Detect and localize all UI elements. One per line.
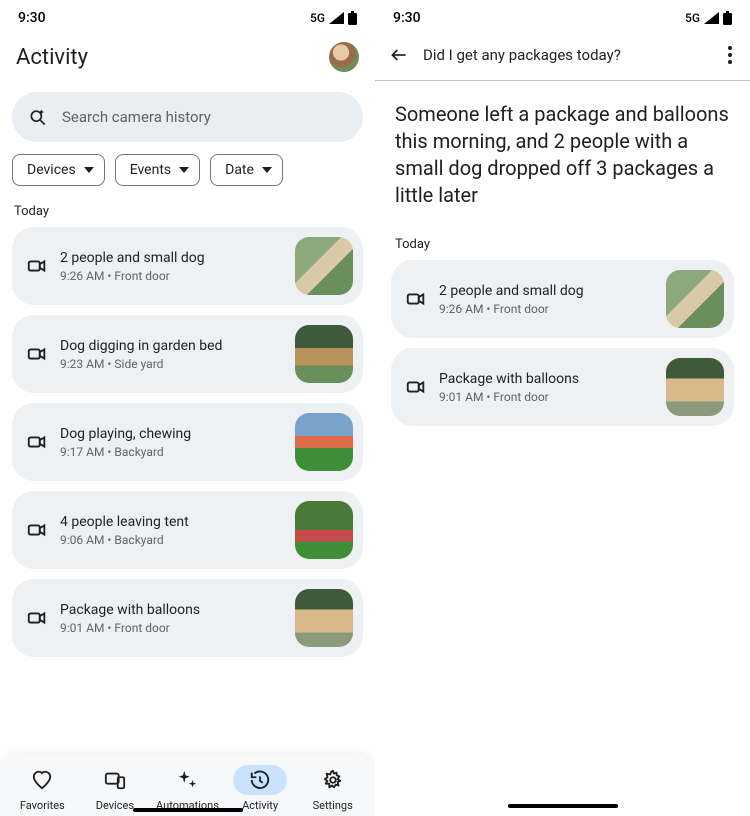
event-thumbnail — [295, 501, 353, 559]
status-icons: 5G — [310, 11, 357, 25]
event-text: 4 people leaving tent 9:06 AM • Backyard — [60, 513, 283, 547]
avatar[interactable] — [329, 42, 359, 72]
query-header: Did I get any packages today? — [375, 32, 750, 81]
network-label: 5G — [310, 11, 325, 25]
phone-right: 9:30 5G Did I get any packages today? So… — [375, 0, 750, 816]
query-text: Did I get any packages today? — [423, 46, 710, 64]
event-subtitle: 9:01 AM • Front door — [439, 390, 654, 404]
camera-icon — [405, 288, 427, 310]
filter-chips: Devices Events Date — [0, 154, 375, 200]
nav-activity[interactable]: Activity — [226, 765, 294, 812]
event-row[interactable]: Dog playing, chewing 9:17 AM • Backyard — [12, 403, 363, 481]
signal-icon — [704, 12, 719, 24]
event-title: Package with balloons — [60, 601, 283, 619]
event-text: 2 people and small dog 9:26 AM • Front do… — [439, 282, 654, 316]
event-thumbnail — [295, 413, 353, 471]
home-indicator[interactable] — [133, 808, 243, 812]
network-label: 5G — [685, 11, 700, 25]
event-subtitle: 9:26 AM • Front door — [60, 269, 283, 283]
signal-icon — [329, 12, 344, 24]
nav-automations[interactable]: Automations — [153, 765, 221, 812]
chip-devices[interactable]: Devices — [12, 154, 105, 186]
page-title: Activity — [16, 45, 88, 70]
status-time: 9:30 — [393, 10, 421, 26]
event-list: 2 people and small dog 9:26 AM • Front do… — [375, 260, 750, 426]
event-thumbnail — [295, 325, 353, 383]
battery-icon — [348, 11, 357, 25]
section-label-today: Today — [0, 200, 375, 227]
camera-icon — [405, 376, 427, 398]
phone-left: 9:30 5G Activity Search camera history D… — [0, 0, 375, 816]
battery-icon — [723, 11, 732, 25]
event-text: Package with balloons 9:01 AM • Front doo… — [439, 370, 654, 404]
chip-date[interactable]: Date — [210, 154, 283, 186]
event-row[interactable]: Dog digging in garden bed 9:23 AM • Side … — [12, 315, 363, 393]
event-title: 2 people and small dog — [439, 282, 654, 300]
status-bar: 9:30 5G — [375, 0, 750, 32]
event-row[interactable]: Package with balloons 9:01 AM • Front doo… — [391, 348, 734, 426]
event-thumbnail — [666, 270, 724, 328]
camera-icon — [26, 519, 48, 541]
nav-favorites[interactable]: Favorites — [8, 765, 76, 812]
event-text: Dog playing, chewing 9:17 AM • Backyard — [60, 425, 283, 459]
event-subtitle: 9:06 AM • Backyard — [60, 533, 283, 547]
camera-icon — [26, 431, 48, 453]
event-text: 2 people and small dog 9:26 AM • Front do… — [60, 249, 283, 283]
camera-icon — [26, 343, 48, 365]
chevron-down-icon — [84, 167, 94, 173]
page-header: Activity — [0, 32, 375, 84]
chevron-down-icon — [262, 167, 272, 173]
answer-text: Someone left a package and balloons this… — [375, 81, 750, 219]
back-arrow-icon[interactable] — [389, 45, 409, 65]
search-placeholder: Search camera history — [62, 108, 211, 126]
event-row[interactable]: 2 people and small dog 9:26 AM • Front do… — [391, 260, 734, 338]
event-thumbnail — [666, 358, 724, 416]
bottom-nav: Favorites Devices Automations Activity S… — [0, 755, 375, 816]
chip-label: Events — [130, 162, 171, 178]
event-row[interactable]: 2 people and small dog 9:26 AM • Front do… — [12, 227, 363, 305]
more-options-button[interactable] — [724, 42, 736, 68]
sparkles-icon — [176, 769, 198, 791]
event-list: 2 people and small dog 9:26 AM • Front do… — [0, 227, 375, 657]
nav-label: Activity — [242, 799, 278, 812]
status-time: 9:30 — [18, 10, 46, 26]
heart-icon — [31, 769, 53, 791]
camera-icon — [26, 255, 48, 277]
nav-settings[interactable]: Settings — [299, 765, 367, 812]
status-bar: 9:30 5G — [0, 0, 375, 32]
search-input[interactable]: Search camera history — [12, 92, 363, 142]
nav-devices[interactable]: Devices — [81, 765, 149, 812]
event-thumbnail — [295, 237, 353, 295]
event-title: 2 people and small dog — [60, 249, 283, 267]
devices-icon — [104, 769, 126, 791]
event-title: Package with balloons — [439, 370, 654, 388]
event-row[interactable]: 4 people leaving tent 9:06 AM • Backyard — [12, 491, 363, 569]
nav-label: Favorites — [20, 799, 65, 812]
chip-label: Devices — [27, 162, 76, 178]
event-text: Dog digging in garden bed 9:23 AM • Side … — [60, 337, 283, 371]
event-subtitle: 9:01 AM • Front door — [60, 621, 283, 635]
sparkle-search-icon — [28, 107, 48, 127]
camera-icon — [26, 607, 48, 629]
event-title: 4 people leaving tent — [60, 513, 283, 531]
event-subtitle: 9:17 AM • Backyard — [60, 445, 283, 459]
status-icons: 5G — [685, 11, 732, 25]
event-subtitle: 9:26 AM • Front door — [439, 302, 654, 316]
event-row[interactable]: Package with balloons 9:01 AM • Front doo… — [12, 579, 363, 657]
chip-label: Date — [225, 162, 254, 178]
gear-icon — [322, 769, 344, 791]
event-thumbnail — [295, 589, 353, 647]
home-indicator[interactable] — [508, 804, 618, 808]
nav-label: Settings — [313, 799, 353, 812]
chip-events[interactable]: Events — [115, 154, 200, 186]
event-subtitle: 9:23 AM • Side yard — [60, 357, 283, 371]
event-title: Dog digging in garden bed — [60, 337, 283, 355]
nav-label: Devices — [96, 799, 134, 812]
event-title: Dog playing, chewing — [60, 425, 283, 443]
history-icon — [249, 769, 271, 791]
section-label-today: Today — [375, 219, 750, 260]
event-text: Package with balloons 9:01 AM • Front doo… — [60, 601, 283, 635]
chevron-down-icon — [179, 167, 189, 173]
